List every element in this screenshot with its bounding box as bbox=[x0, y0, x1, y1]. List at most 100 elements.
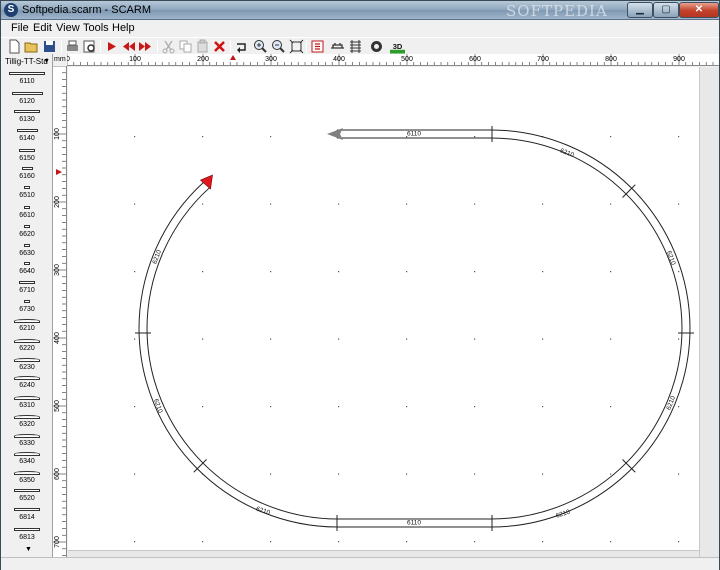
track-joint bbox=[193, 459, 207, 473]
palette-item-6350[interactable]: 6350 bbox=[1, 467, 53, 486]
zoom-out-icon[interactable] bbox=[271, 39, 286, 54]
palette-item-6120[interactable]: 6120 bbox=[1, 88, 53, 107]
palette-item-6160[interactable]: 6160 bbox=[1, 163, 53, 182]
print-preview-icon[interactable] bbox=[82, 39, 97, 54]
ruler-top: 0 100 200 300 400 500 600 700 800 900 bbox=[67, 54, 719, 66]
ruler-label: 900 bbox=[673, 56, 685, 63]
rail-icon[interactable] bbox=[348, 39, 363, 54]
palette-item-6510[interactable]: 6510 bbox=[1, 182, 53, 201]
track-label-bottom-left-curve: 6210 bbox=[255, 506, 271, 517]
prev-arrows-icon[interactable] bbox=[121, 39, 136, 54]
track-piece-icon bbox=[19, 149, 35, 152]
grid-dot bbox=[406, 473, 408, 475]
menu-tools[interactable]: Tools bbox=[83, 22, 109, 34]
palette-item-6230[interactable]: 6230 bbox=[1, 354, 53, 373]
menu-edit[interactable]: Edit bbox=[33, 22, 52, 34]
palette-item-label: 6130 bbox=[19, 116, 35, 123]
next-arrows-icon[interactable] bbox=[138, 39, 153, 54]
palette-item-6813[interactable]: 6813 bbox=[1, 524, 53, 543]
palette-item-6240[interactable]: 6240 bbox=[1, 372, 53, 391]
grid-dot bbox=[202, 541, 204, 543]
track-piece-icon bbox=[24, 206, 30, 209]
rotate-icon[interactable] bbox=[234, 39, 249, 54]
grid-dot bbox=[542, 406, 544, 408]
zoom-in-icon[interactable] bbox=[253, 39, 268, 54]
vertical-scrollbar[interactable] bbox=[699, 67, 719, 557]
palette-item-label: 6620 bbox=[19, 231, 35, 238]
palette-item-6310[interactable]: 6310 bbox=[1, 392, 53, 411]
palette-item-6210[interactable]: 6210 bbox=[1, 315, 53, 334]
bridge-icon[interactable] bbox=[330, 39, 345, 54]
library-select[interactable]: Tillig-TT-Std ▼ bbox=[3, 55, 52, 68]
save-icon[interactable] bbox=[42, 39, 57, 54]
paste-icon[interactable] bbox=[195, 39, 210, 54]
track-label-left-lower-curve: 6210 bbox=[152, 398, 164, 414]
grid-dot bbox=[134, 338, 136, 340]
grid-dot bbox=[406, 203, 408, 205]
minimize-button[interactable]: ▁ bbox=[627, 2, 653, 18]
menu-bar: File Edit View Tools Help bbox=[1, 20, 719, 37]
grid-dot bbox=[338, 473, 340, 475]
grid-dot bbox=[542, 271, 544, 273]
palette-item-6130[interactable]: 6130 bbox=[1, 106, 53, 125]
menu-file[interactable]: File bbox=[11, 22, 29, 34]
track-piece-icon bbox=[14, 452, 40, 456]
track-piece-icon bbox=[14, 489, 40, 492]
palette-item-6814[interactable]: 6814 bbox=[1, 504, 53, 523]
track-label-top-straight: 6110 bbox=[407, 131, 421, 138]
track-piece-icon bbox=[21, 167, 33, 170]
delete-icon[interactable] bbox=[212, 39, 227, 54]
palette-item-6110[interactable]: 6110 bbox=[1, 68, 53, 87]
palette-item-6140[interactable]: 6140 bbox=[1, 125, 53, 144]
play-arrow-icon[interactable] bbox=[104, 39, 119, 54]
palette-item-label: 6150 bbox=[19, 155, 35, 162]
palette-item-6640[interactable]: 6640 bbox=[1, 258, 53, 277]
menu-view[interactable]: View bbox=[56, 22, 80, 34]
palette-item-6710[interactable]: 6710 bbox=[1, 277, 53, 296]
grid-dot bbox=[338, 271, 340, 273]
cut-icon[interactable] bbox=[161, 39, 176, 54]
palette-item-6330[interactable]: 6330 bbox=[1, 430, 53, 449]
palette-item-6620[interactable]: 6620 bbox=[1, 221, 53, 240]
palette-item-6610[interactable]: 6610 bbox=[1, 202, 53, 221]
track-piece-icon bbox=[16, 129, 38, 132]
palette-item-6520[interactable]: 6520 bbox=[1, 485, 53, 504]
3d-view-icon[interactable]: 3D bbox=[390, 39, 406, 54]
layers-icon[interactable] bbox=[310, 39, 325, 54]
palette-item-6150[interactable]: 6150 bbox=[1, 145, 53, 164]
palette-item-6340[interactable]: 6340 bbox=[1, 448, 53, 467]
track-layout-drawing[interactable]: 611062106210621062106110621062106210 bbox=[68, 67, 699, 550]
grid-dot bbox=[338, 338, 340, 340]
close-button[interactable]: ✕ bbox=[679, 2, 719, 18]
print-icon[interactable] bbox=[65, 39, 80, 54]
grid-dot bbox=[610, 541, 612, 543]
grid-dot bbox=[338, 203, 340, 205]
ruler-cursor-marker bbox=[230, 55, 236, 60]
track-label-bottom-straight: 6110 bbox=[407, 520, 421, 527]
grid-dot bbox=[678, 136, 680, 138]
track-label-bottom-right-curve: 6210 bbox=[555, 509, 571, 520]
maximize-button[interactable]: ▢ bbox=[653, 2, 679, 18]
app-icon[interactable]: S bbox=[4, 3, 18, 17]
palette-item-6220[interactable]: 6220 bbox=[1, 335, 53, 354]
palette-scroll-down-icon[interactable]: ▼ bbox=[25, 546, 32, 553]
grid-dot bbox=[678, 203, 680, 205]
layout-canvas[interactable]: 6110 6210 6210 6210 6210 6110 6210 6210 6210 bbox=[68, 67, 699, 550]
fit-view-icon[interactable] bbox=[289, 39, 304, 54]
menu-help[interactable]: Help bbox=[112, 22, 135, 34]
palette-item-label: 6230 bbox=[19, 364, 35, 371]
open-folder-icon[interactable] bbox=[24, 39, 39, 54]
grid-dot bbox=[338, 541, 340, 543]
scarm-window: S Softpedia.scarm - SCARM SOFTPEDIA ▁ ▢ … bbox=[0, 0, 720, 570]
new-file-icon[interactable] bbox=[7, 39, 22, 54]
status-bar bbox=[1, 557, 719, 570]
palette-item-6730[interactable]: 6730 bbox=[1, 296, 53, 315]
palette-item-label: 6140 bbox=[19, 135, 35, 142]
grid-dot bbox=[406, 271, 408, 273]
palette-item-6630[interactable]: 6630 bbox=[1, 240, 53, 259]
copy-icon[interactable] bbox=[178, 39, 193, 54]
ring-icon[interactable] bbox=[369, 39, 384, 54]
palette-item-6320[interactable]: 6320 bbox=[1, 411, 53, 430]
title-bar[interactable]: S Softpedia.scarm - SCARM SOFTPEDIA ▁ ▢ … bbox=[1, 1, 719, 20]
horizontal-scrollbar[interactable] bbox=[68, 550, 699, 557]
